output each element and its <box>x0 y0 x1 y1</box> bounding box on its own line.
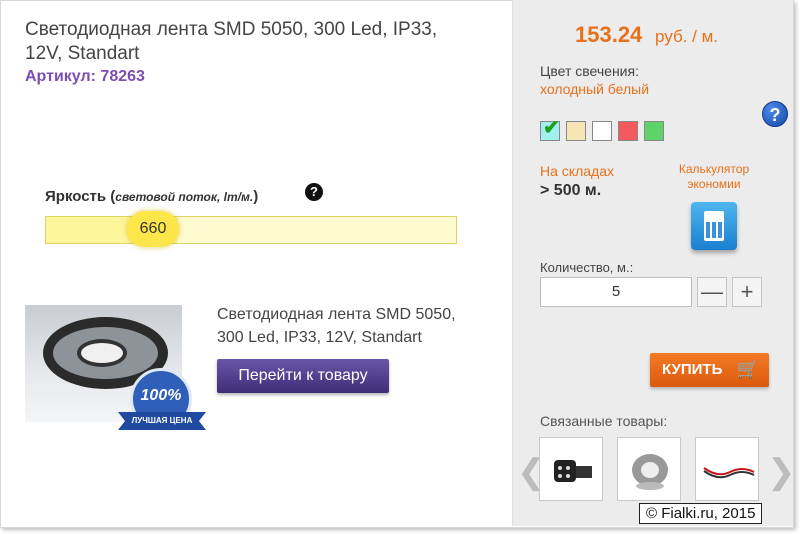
product-info-panel: Светодиодная лента SMD 5050, 300 Led, IP… <box>0 0 512 526</box>
cart-icon: 🛒 <box>736 359 759 379</box>
seal-percent: 100% <box>140 387 182 404</box>
quantity-minus-button[interactable]: — <box>697 277 727 307</box>
related-product-tape[interactable] <box>617 437 681 501</box>
product-title-line-2: 12V, Standart <box>25 43 140 64</box>
price-unit: руб. / м. <box>655 27 718 46</box>
calc-label-line-2: экономии <box>687 177 741 191</box>
promo-product-name: Светодиодная лента SMD 5050, 300 Led, IP… <box>217 303 497 349</box>
swatch-warm-white[interactable] <box>566 121 586 141</box>
savings-calculator-label[interactable]: Калькулятор экономии <box>669 162 759 192</box>
calculator-icon[interactable] <box>691 202 737 250</box>
related-next-arrow[interactable]: ❯ <box>767 455 796 489</box>
calc-label-line-1: Калькулятор <box>678 162 750 176</box>
swatch-red[interactable] <box>618 121 638 141</box>
price-value: 153.24 <box>575 22 643 47</box>
calculator-keys <box>706 222 722 238</box>
brightness-label-text: Яркость ( <box>45 188 116 205</box>
best-price-seal: 100% ЛУЧШАЯ ЦЕНА <box>118 368 208 440</box>
related-products-label: Связанные товары: <box>540 413 668 429</box>
promo-line-2: 300 Led, IP33, 12V, Standart <box>217 329 422 346</box>
swatch-green[interactable] <box>644 121 664 141</box>
question-icon[interactable]: ? <box>762 101 788 127</box>
check-icon: ✔ <box>543 117 560 139</box>
stock-label: На складах <box>540 163 614 179</box>
brightness-label-close: ) <box>253 188 259 205</box>
brightness-help-icon[interactable]: ? <box>305 183 323 201</box>
controller-image <box>554 460 592 482</box>
reel-hub <box>77 339 127 367</box>
brightness-label: Яркость (световой поток, lm/м.) <box>45 188 258 205</box>
buy-button[interactable]: КУПИТЬ 🛒 <box>650 353 769 387</box>
product-title-line-1: Светодиодная лента SMD 5050, 300 Led, IP… <box>25 19 438 40</box>
product-title: Светодиодная лента SMD 5050, 300 Led, IP… <box>25 18 495 66</box>
quantity-input[interactable]: 5 <box>540 277 692 307</box>
quantity-label: Количество, м.: <box>540 260 634 275</box>
brightness-bar <box>45 216 457 244</box>
stock-value: > 500 м. <box>540 182 602 199</box>
cable-image <box>703 467 755 479</box>
purchase-panel: 153.24 руб. / м. Цвет свечения: холодный… <box>512 0 796 526</box>
tape-image <box>632 454 668 490</box>
related-product-cable[interactable] <box>695 437 759 501</box>
quantity-plus-button[interactable]: + <box>732 277 762 307</box>
swatch-white[interactable] <box>592 121 612 141</box>
buy-label: КУПИТЬ <box>662 361 723 378</box>
glow-color-label: Цвет свечения: <box>540 63 639 79</box>
seal-ribbon: ЛУЧШАЯ ЦЕНА <box>118 412 206 430</box>
article-number: Артикул: 78263 <box>25 68 145 85</box>
related-product-controller[interactable] <box>539 437 603 501</box>
brightness-value-badge: 660 <box>127 211 179 247</box>
glow-color-value: холодный белый <box>540 81 650 97</box>
goto-product-button[interactable]: Перейти к товару <box>217 359 389 393</box>
promo-line-1: Светодиодная лента SMD 5050, <box>217 306 456 323</box>
brightness-unit: световой поток, lm/м. <box>115 190 254 204</box>
copyright-watermark: © Fialki.ru, 2015 <box>639 503 763 524</box>
swatch-cold-white[interactable]: ✔ <box>540 117 560 141</box>
